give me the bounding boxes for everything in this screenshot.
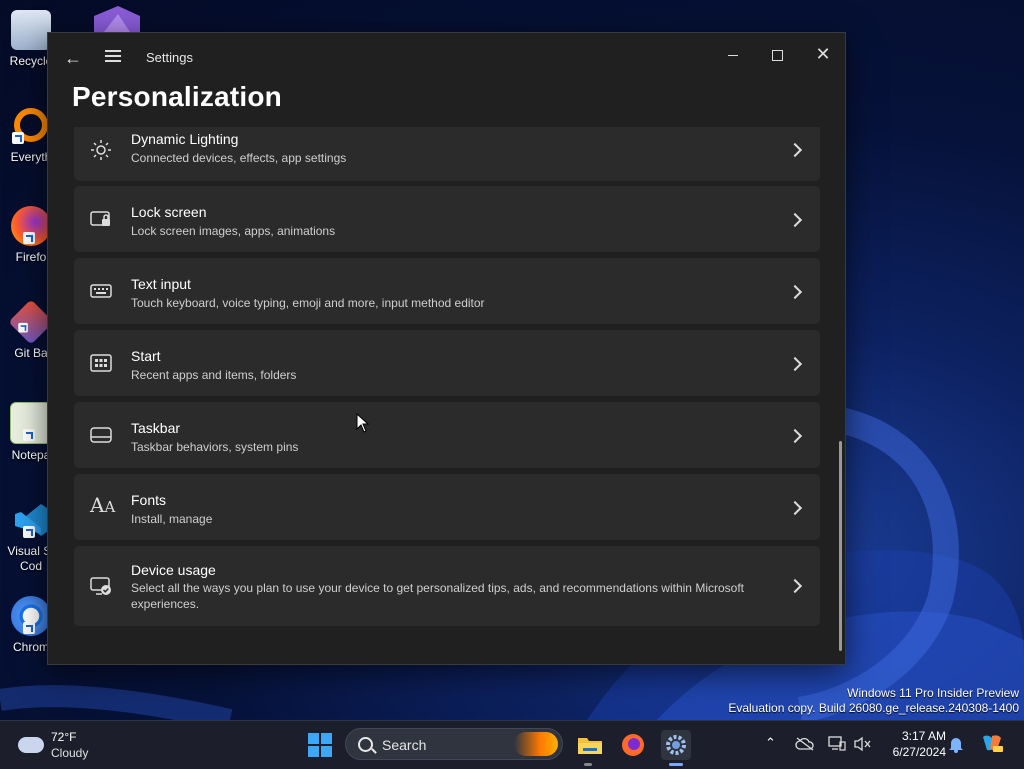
everything-search-icon [12,108,48,144]
notepad-plus-icon [10,402,52,444]
setting-item-subtitle: Select all the ways you plan to use your… [131,581,744,611]
back-arrow-icon: ← [64,48,82,68]
weather-condition: Cloudy [51,746,89,760]
setting-item-subtitle: Touch keyboard, voice typing, emoji and … [131,296,485,310]
setting-item-title: Taskbar [131,420,181,436]
chevron-right-icon [787,284,803,300]
keyboard-icon [90,280,112,302]
maximize-icon [771,49,783,61]
visual-studio-icon [94,6,140,34]
setting-item-title: Device usage [131,562,216,578]
setting-item-start[interactable]: Start Recent apps and items, folders [74,330,820,396]
taskbar-settings[interactable] [661,730,691,760]
setting-item-text-input[interactable]: Text input Touch keyboard, voice typing,… [74,258,820,324]
close-icon: ✕ [815,44,831,64]
weather-widget[interactable]: 72°F Cloudy [14,729,114,763]
weather-temperature: 72°F [51,730,77,744]
clock-date: 6/27/2024 [892,745,946,759]
setting-item-device-usage[interactable]: Device usage Select all the ways you pla… [74,546,820,626]
setting-item-title: Fonts [131,492,167,508]
window-title: Settings [146,50,193,65]
network-icon[interactable] [828,736,846,755]
taskbar-icon [90,424,112,446]
active-indicator [669,763,683,766]
navigation-menu-button[interactable] [102,47,124,69]
setting-item-title: Dynamic Lighting [131,131,239,147]
page-title: Personalization [72,81,282,112]
setting-item-subtitle: Install, manage [131,512,213,526]
chevron-right-icon [787,578,803,594]
search-label: Search [382,737,427,753]
maximize-button[interactable] [754,39,800,69]
device-usage-icon [90,575,112,597]
chevron-right-icon [787,142,803,158]
onedrive-icon[interactable] [795,737,815,754]
chevron-right-icon [787,212,803,228]
setting-item-title: Text input [131,276,191,292]
clock-time: 3:17 AM [901,729,946,743]
dynamic-lighting-icon [90,139,112,161]
recycle-bin-icon [11,10,51,50]
hamburger-icon [105,50,121,52]
firefox-icon [622,734,644,756]
watermark-line: Evaluation copy. Build 26080.ge_release.… [728,701,1019,715]
search-icon [358,737,373,752]
fonts-icon: AA [90,493,116,517]
title-bar: ← Settings ✕ [48,33,845,81]
lock-screen-icon [90,208,112,230]
mouse-cursor-icon [356,413,370,433]
setting-item-fonts[interactable]: AA Fonts Install, manage [74,474,820,540]
vertical-scrollbar[interactable] [839,441,842,651]
cloud-icon [18,737,44,753]
setting-item-subtitle: Connected devices, effects, app settings [131,151,347,165]
evaluation-watermark: Windows 11 Pro Insider Preview Evaluatio… [728,686,1019,716]
show-hidden-icons-button[interactable]: ⌃ [765,735,776,751]
back-button[interactable]: ← [62,47,84,69]
setting-item-title: Lock screen [131,204,207,220]
setting-item-lock-screen[interactable]: Lock screen Lock screen images, apps, an… [74,186,820,252]
system-clock[interactable]: 3:17 AM 6/27/2024 [880,728,946,760]
copilot-icon[interactable] [980,733,1004,758]
taskbar-file-explorer[interactable] [575,730,605,760]
setting-item-title: Start [131,348,161,364]
chevron-right-icon [787,356,803,372]
settings-list: Dynamic Lighting Connected devices, effe… [48,127,836,664]
close-button[interactable]: ✕ [800,39,846,69]
start-button[interactable] [308,733,332,757]
taskbar-search[interactable]: Search [345,728,563,760]
vscode-icon [11,500,51,540]
setting-item-dynamic-lighting[interactable]: Dynamic Lighting Connected devices, effe… [74,127,820,181]
folder-icon [578,738,602,754]
chevron-right-icon [787,428,803,444]
setting-item-subtitle: Taskbar behaviors, system pins [131,440,299,454]
running-indicator [584,763,592,766]
setting-item-subtitle: Lock screen images, apps, animations [131,224,336,238]
watermark-line: Windows 11 Pro Insider Preview [847,686,1019,700]
settings-window: ← Settings ✕ Personalization Dynamic Lig… [47,32,846,665]
volume-muted-icon[interactable] [854,736,872,755]
minimize-button[interactable] [710,39,756,69]
start-icon [90,352,112,374]
taskbar: 72°F Cloudy Search ⌃ 3:17 AM 6/27/2024 [0,720,1024,769]
minimize-icon [728,54,738,56]
chevron-right-icon [787,500,803,516]
gear-icon [666,735,686,755]
chrome-icon [11,596,51,636]
search-highlight-icon [514,732,558,756]
firefox-icon [11,206,51,246]
chevron-up-icon: ⌃ [765,735,776,750]
visual-studio-desktop-icon[interactable] [92,6,142,34]
taskbar-firefox[interactable] [618,730,648,760]
setting-item-taskbar[interactable]: Taskbar Taskbar behaviors, system pins [74,402,820,468]
setting-item-subtitle: Recent apps and items, folders [131,368,297,382]
notifications-bell-icon[interactable] [948,735,964,756]
